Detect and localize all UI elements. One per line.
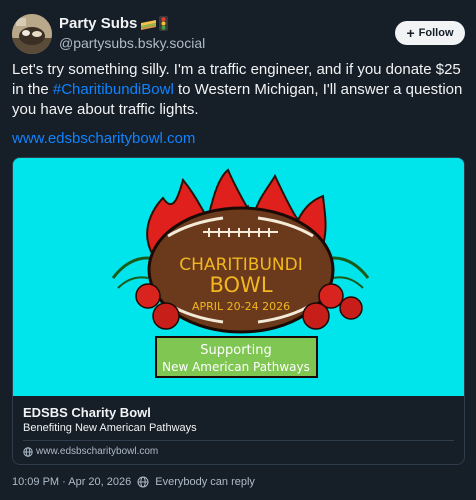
sign-line2: New American Pathways bbox=[162, 360, 310, 374]
globe-icon bbox=[137, 476, 149, 488]
banner-date: APRIL 20-24 2026 bbox=[192, 300, 290, 313]
link-card-domain: www.edsbscharitybowl.com bbox=[36, 446, 159, 457]
post-text: Let's try something silly. I'm a traffic… bbox=[12, 60, 467, 120]
author-handle[interactable]: @partysubs.bsky.social bbox=[59, 35, 205, 51]
banner-line1: CHARITIBUNDI bbox=[179, 255, 302, 275]
link-card[interactable]: CHARITIBUNDI BOWL APRIL 20-24 2026 Suppo… bbox=[12, 157, 465, 465]
author-name[interactable]: Party Subs bbox=[59, 15, 169, 32]
charity-bowl-logo: CHARITIBUNDI BOWL APRIL 20-24 2026 Suppo… bbox=[13, 158, 464, 396]
post-timestamp[interactable]: 10:09 PM · Apr 20, 2026 bbox=[12, 476, 131, 488]
sign-line1: Supporting bbox=[200, 343, 272, 358]
avatar-image bbox=[12, 14, 52, 54]
link-card-domain-row[interactable]: www.edsbscharitybowl.com bbox=[23, 446, 158, 457]
banner-line2: BOWL bbox=[209, 273, 272, 297]
follow-button-label: Follow bbox=[418, 27, 454, 39]
plus-icon: + bbox=[406, 25, 415, 41]
author-avatar[interactable] bbox=[12, 14, 52, 54]
hashtag-link[interactable]: #CharitibundiBowl bbox=[53, 81, 174, 98]
author-display-name[interactable]: Party Subs bbox=[59, 15, 137, 32]
link-card-title[interactable]: EDSBS Charity Bowl bbox=[23, 405, 151, 420]
link-card-divider bbox=[23, 440, 454, 441]
globe-icon bbox=[23, 446, 33, 457]
reply-setting: Everybody can reply bbox=[155, 476, 255, 488]
follow-button[interactable]: + Follow bbox=[395, 21, 465, 45]
traffic-light-icon bbox=[159, 16, 169, 31]
post-meta: 10:09 PM · Apr 20, 2026 Everybody can re… bbox=[12, 476, 255, 488]
link-card-description: Benefiting New American Pathways bbox=[23, 422, 197, 434]
link-card-image[interactable]: CHARITIBUNDI BOWL APRIL 20-24 2026 Suppo… bbox=[13, 158, 464, 396]
post-link[interactable]: www.edsbscharitybowl.com bbox=[12, 130, 195, 147]
sandwich-icon bbox=[141, 19, 157, 30]
